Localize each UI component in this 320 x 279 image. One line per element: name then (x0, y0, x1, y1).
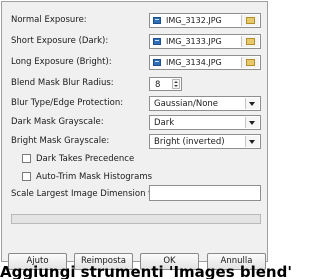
dark-mask-label: Dark Mask Grayscale: (11, 117, 104, 127)
chevron-down-icon[interactable] (245, 98, 259, 109)
long-exposure-file-field[interactable]: IMG_3134.JPG (149, 55, 261, 70)
scale-dimension-input[interactable] (149, 185, 261, 201)
dark-precedence-checkbox[interactable] (22, 154, 31, 163)
browse-long-button[interactable] (241, 57, 259, 68)
normal-exposure-file-field[interactable]: IMG_3132.JPG (149, 13, 261, 28)
folder-icon (246, 17, 255, 24)
chevron-down-icon[interactable] (245, 117, 259, 128)
chevron-down-icon[interactable] (245, 136, 259, 147)
blend-radius-value: 8 (155, 80, 161, 90)
blend-radius-label: Blend Mask Blur Radius: (11, 78, 114, 88)
bright-mask-value: Bright (inverted) (154, 137, 225, 147)
long-exposure-filename: IMG_3134.JPG (166, 58, 222, 67)
blur-type-select[interactable]: Gaussian/None (149, 96, 261, 111)
dark-mask-select[interactable]: Dark (149, 115, 261, 130)
file-image-icon (153, 59, 161, 66)
normal-exposure-filename: IMG_3132.JPG (166, 16, 222, 25)
overlay-caption: Aggiungi strumenti 'Images blend' (0, 265, 292, 279)
dark-mask-value: Dark (154, 118, 175, 128)
spin-down-icon[interactable] (174, 85, 178, 87)
short-exposure-filename: IMG_3133.JPG (166, 37, 222, 46)
scale-dimension-label: Scale Largest Image Dimension to: (11, 189, 160, 199)
long-exposure-label: Long Exposure (Bright): (11, 57, 112, 67)
dark-precedence-label: Dark Takes Precedence (36, 154, 135, 164)
file-image-icon (153, 38, 161, 45)
short-exposure-file-field[interactable]: IMG_3133.JPG (149, 34, 261, 49)
folder-icon (246, 38, 255, 45)
bright-mask-label: Bright Mask Grayscale: (11, 136, 110, 146)
spin-arrows[interactable] (172, 79, 180, 89)
spin-up-icon[interactable] (174, 81, 178, 83)
auto-trim-label: Auto-Trim Mask Histograms (36, 172, 153, 182)
auto-trim-checkbox[interactable] (22, 172, 31, 181)
short-exposure-label: Short Exposure (Dark): (11, 36, 109, 46)
blur-type-label: Blur Type/Edge Protection: (11, 98, 124, 108)
bright-mask-select[interactable]: Bright (inverted) (149, 134, 261, 149)
blur-type-value: Gaussian/None (154, 99, 219, 109)
browse-short-button[interactable] (241, 36, 259, 47)
folder-icon (246, 59, 255, 66)
file-image-icon (153, 17, 161, 24)
dialog-panel: Normal Exposure: IMG_3132.JPG Short Expo… (1, 1, 268, 262)
progress-bar (11, 214, 261, 224)
browse-normal-button[interactable] (241, 15, 259, 26)
normal-exposure-label: Normal Exposure: (11, 15, 87, 25)
blend-radius-spinbox[interactable]: 8 (149, 77, 182, 91)
